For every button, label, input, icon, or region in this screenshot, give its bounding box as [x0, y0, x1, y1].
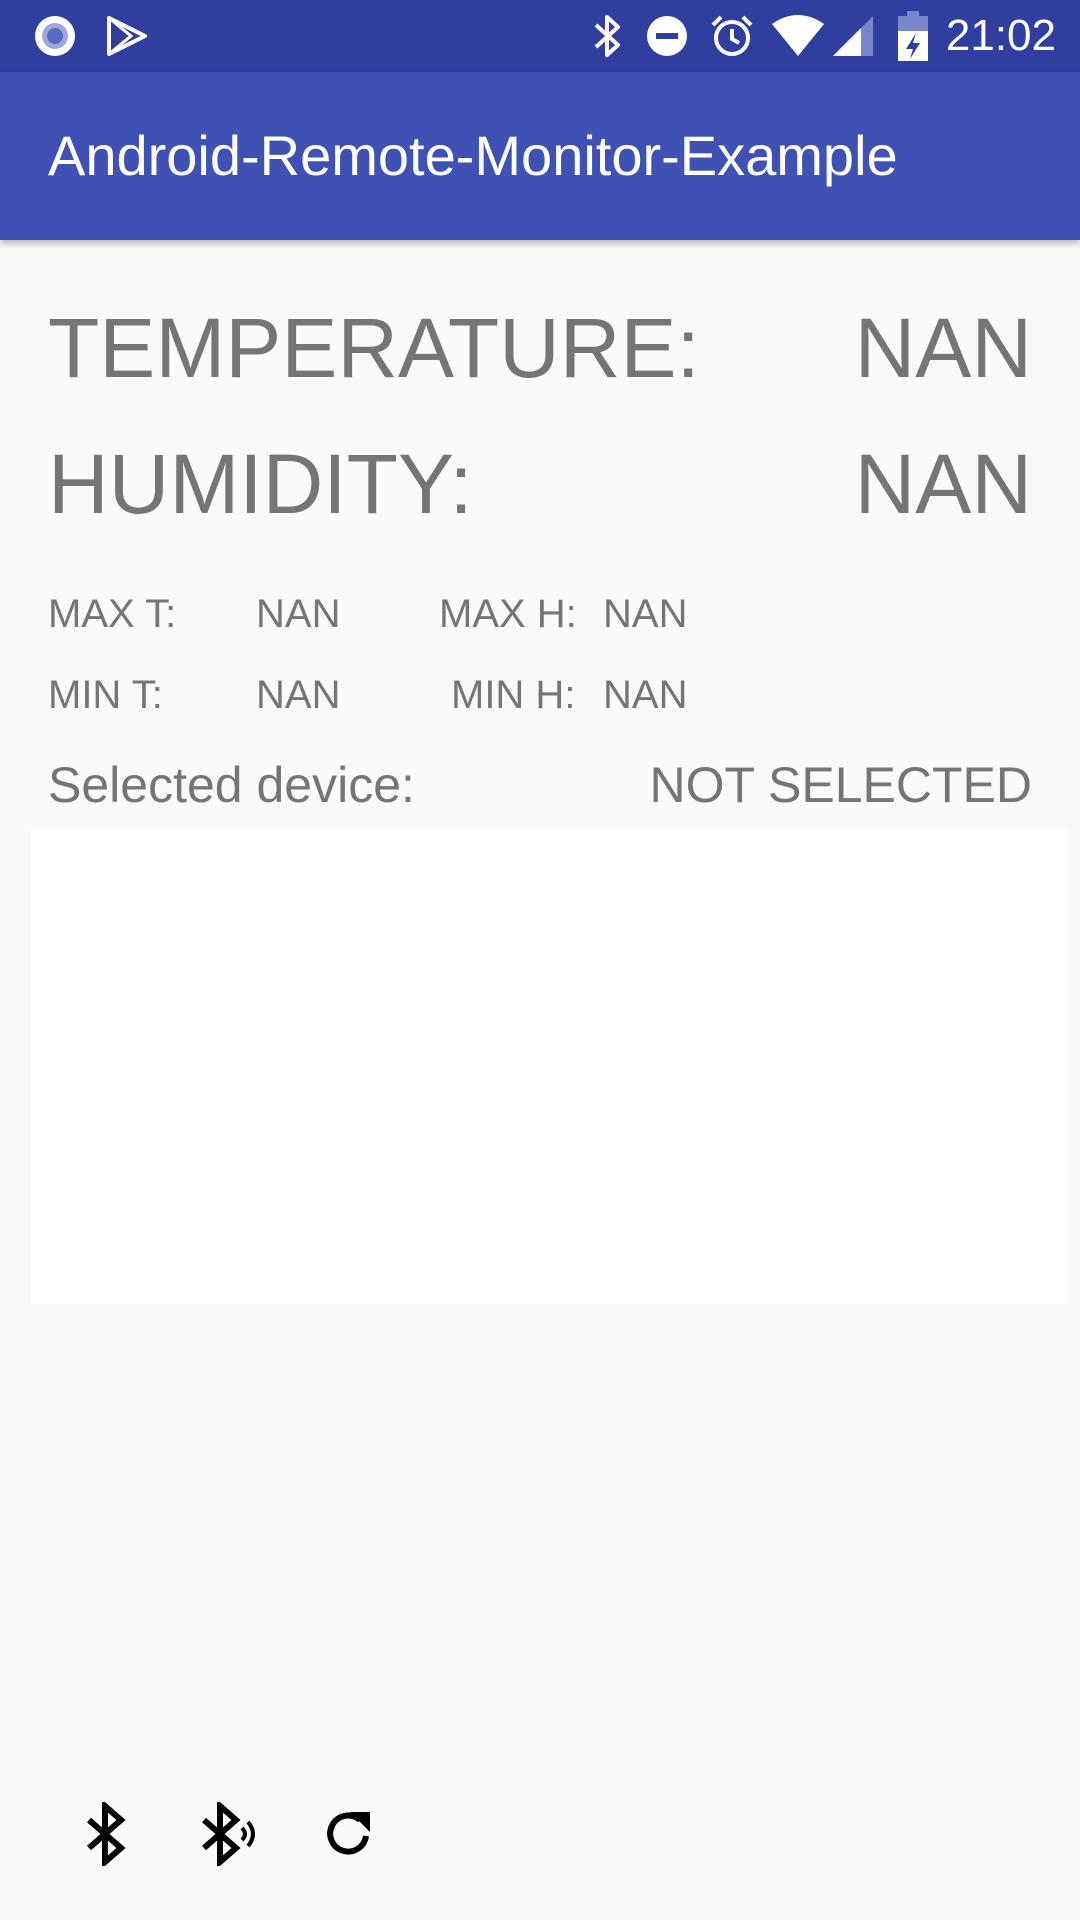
refresh-button[interactable]: [312, 1800, 384, 1872]
humidity-row: HUMIDITY: NAN: [48, 434, 1032, 534]
signal-icon: [830, 0, 876, 72]
app-bar: Android-Remote-Monitor-Example: [0, 72, 1080, 240]
min-t-value: NAN: [256, 673, 341, 717]
max-t-label: MAX T:: [48, 592, 177, 636]
bluetooth-search-button[interactable]: [190, 1798, 270, 1872]
play-store-icon: [104, 0, 150, 72]
alarm-icon: [708, 0, 756, 72]
min-h-value: NAN: [603, 673, 688, 717]
humidity-label: HUMIDITY:: [48, 437, 473, 531]
max-h-label: MAX H:: [439, 592, 577, 636]
bluetooth-icon: [588, 0, 628, 72]
do-not-disturb-icon: [644, 0, 690, 72]
screen: 21:02 Android-Remote-Monitor-Example TEM…: [0, 0, 1080, 1920]
app-title: Android-Remote-Monitor-Example: [48, 124, 898, 187]
temperature-value: NAN: [854, 301, 1032, 395]
selected-device-label: Selected device:: [48, 757, 415, 813]
wifi-icon: [770, 0, 826, 72]
status-bar: 21:02: [0, 0, 1080, 72]
status-time: 21:02: [945, 11, 1056, 60]
bluetooth-button[interactable]: [70, 1798, 142, 1872]
min-h-label: MIN H:: [451, 673, 576, 717]
battery-charging-icon: [896, 0, 930, 72]
bluetooth-icon: [83, 1798, 129, 1871]
selected-device-value: NOT SELECTED: [649, 757, 1033, 813]
record-icon: [30, 0, 80, 72]
humidity-value: NAN: [854, 437, 1032, 531]
max-t-value: NAN: [256, 592, 341, 636]
bluetooth-searching-icon: [198, 1798, 262, 1871]
temperature-row: TEMPERATURE: NAN: [48, 298, 1032, 398]
refresh-icon: [320, 1806, 376, 1867]
selected-device-row: Selected device: NOT SELECTED: [48, 755, 1032, 815]
max-h-value: NAN: [603, 592, 688, 636]
temperature-label: TEMPERATURE:: [48, 301, 700, 395]
device-list[interactable]: [30, 828, 1068, 1304]
min-t-label: MIN T:: [48, 673, 163, 717]
